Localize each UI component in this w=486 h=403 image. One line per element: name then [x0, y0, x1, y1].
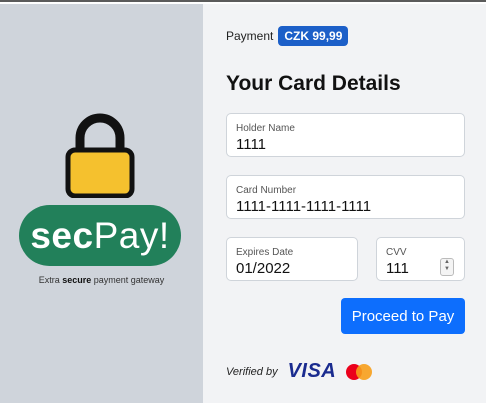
cvv-value[interactable]: 111 [386, 260, 409, 277]
mastercard-logo-icon [346, 363, 373, 380]
brand-panel: sec Pay! Extra secure payment gateway [0, 4, 203, 403]
tagline-post: payment gateway [91, 275, 165, 285]
payment-label: Payment [226, 29, 274, 43]
holder-name-field[interactable]: Holder Name 1111 [226, 113, 465, 157]
expires-date-label: Expires Date [236, 247, 294, 258]
verified-label: Verified by [226, 365, 278, 378]
visa-logo-icon: VISA [287, 360, 337, 382]
mastercard-orange-circle [356, 363, 373, 380]
card-number-label: Card Number [236, 185, 297, 196]
payment-summary: Payment CZK 99,99 [226, 26, 349, 46]
secpay-logo: sec Pay! [19, 205, 181, 266]
expires-date-value[interactable]: 01/2022 [236, 260, 290, 277]
amount-badge: CZK 99,99 [278, 26, 349, 46]
brand-name-bold: sec [30, 214, 94, 256]
page-title: Your Card Details [226, 72, 401, 95]
payment-window: sec Pay! Extra secure payment gateway Pay… [0, 0, 486, 403]
brand-tagline: Extra secure payment gateway [0, 275, 203, 285]
holder-name-label: Holder Name [236, 123, 295, 134]
holder-name-value[interactable]: 1111 [236, 136, 266, 153]
expires-date-field[interactable]: Expires Date 01/2022 [226, 237, 358, 281]
card-number-field[interactable]: Card Number 1111-1111-1111-1111 [226, 175, 465, 219]
proceed-to-pay-button[interactable]: Proceed to Pay [341, 298, 465, 334]
card-number-value[interactable]: 1111-1111-1111-1111 [236, 198, 371, 215]
tagline-bold: secure [62, 275, 92, 285]
cvv-label: CVV [386, 247, 407, 258]
cvv-stepper[interactable]: ▲ ▼ [440, 258, 454, 276]
cvv-field[interactable]: CVV 111 ▲ ▼ [376, 237, 465, 281]
padlock-icon [65, 113, 135, 198]
tagline-pre: Extra [38, 275, 63, 285]
brand-name-rest: Pay! [93, 214, 170, 256]
verified-by: Verified by VISA [226, 360, 373, 383]
